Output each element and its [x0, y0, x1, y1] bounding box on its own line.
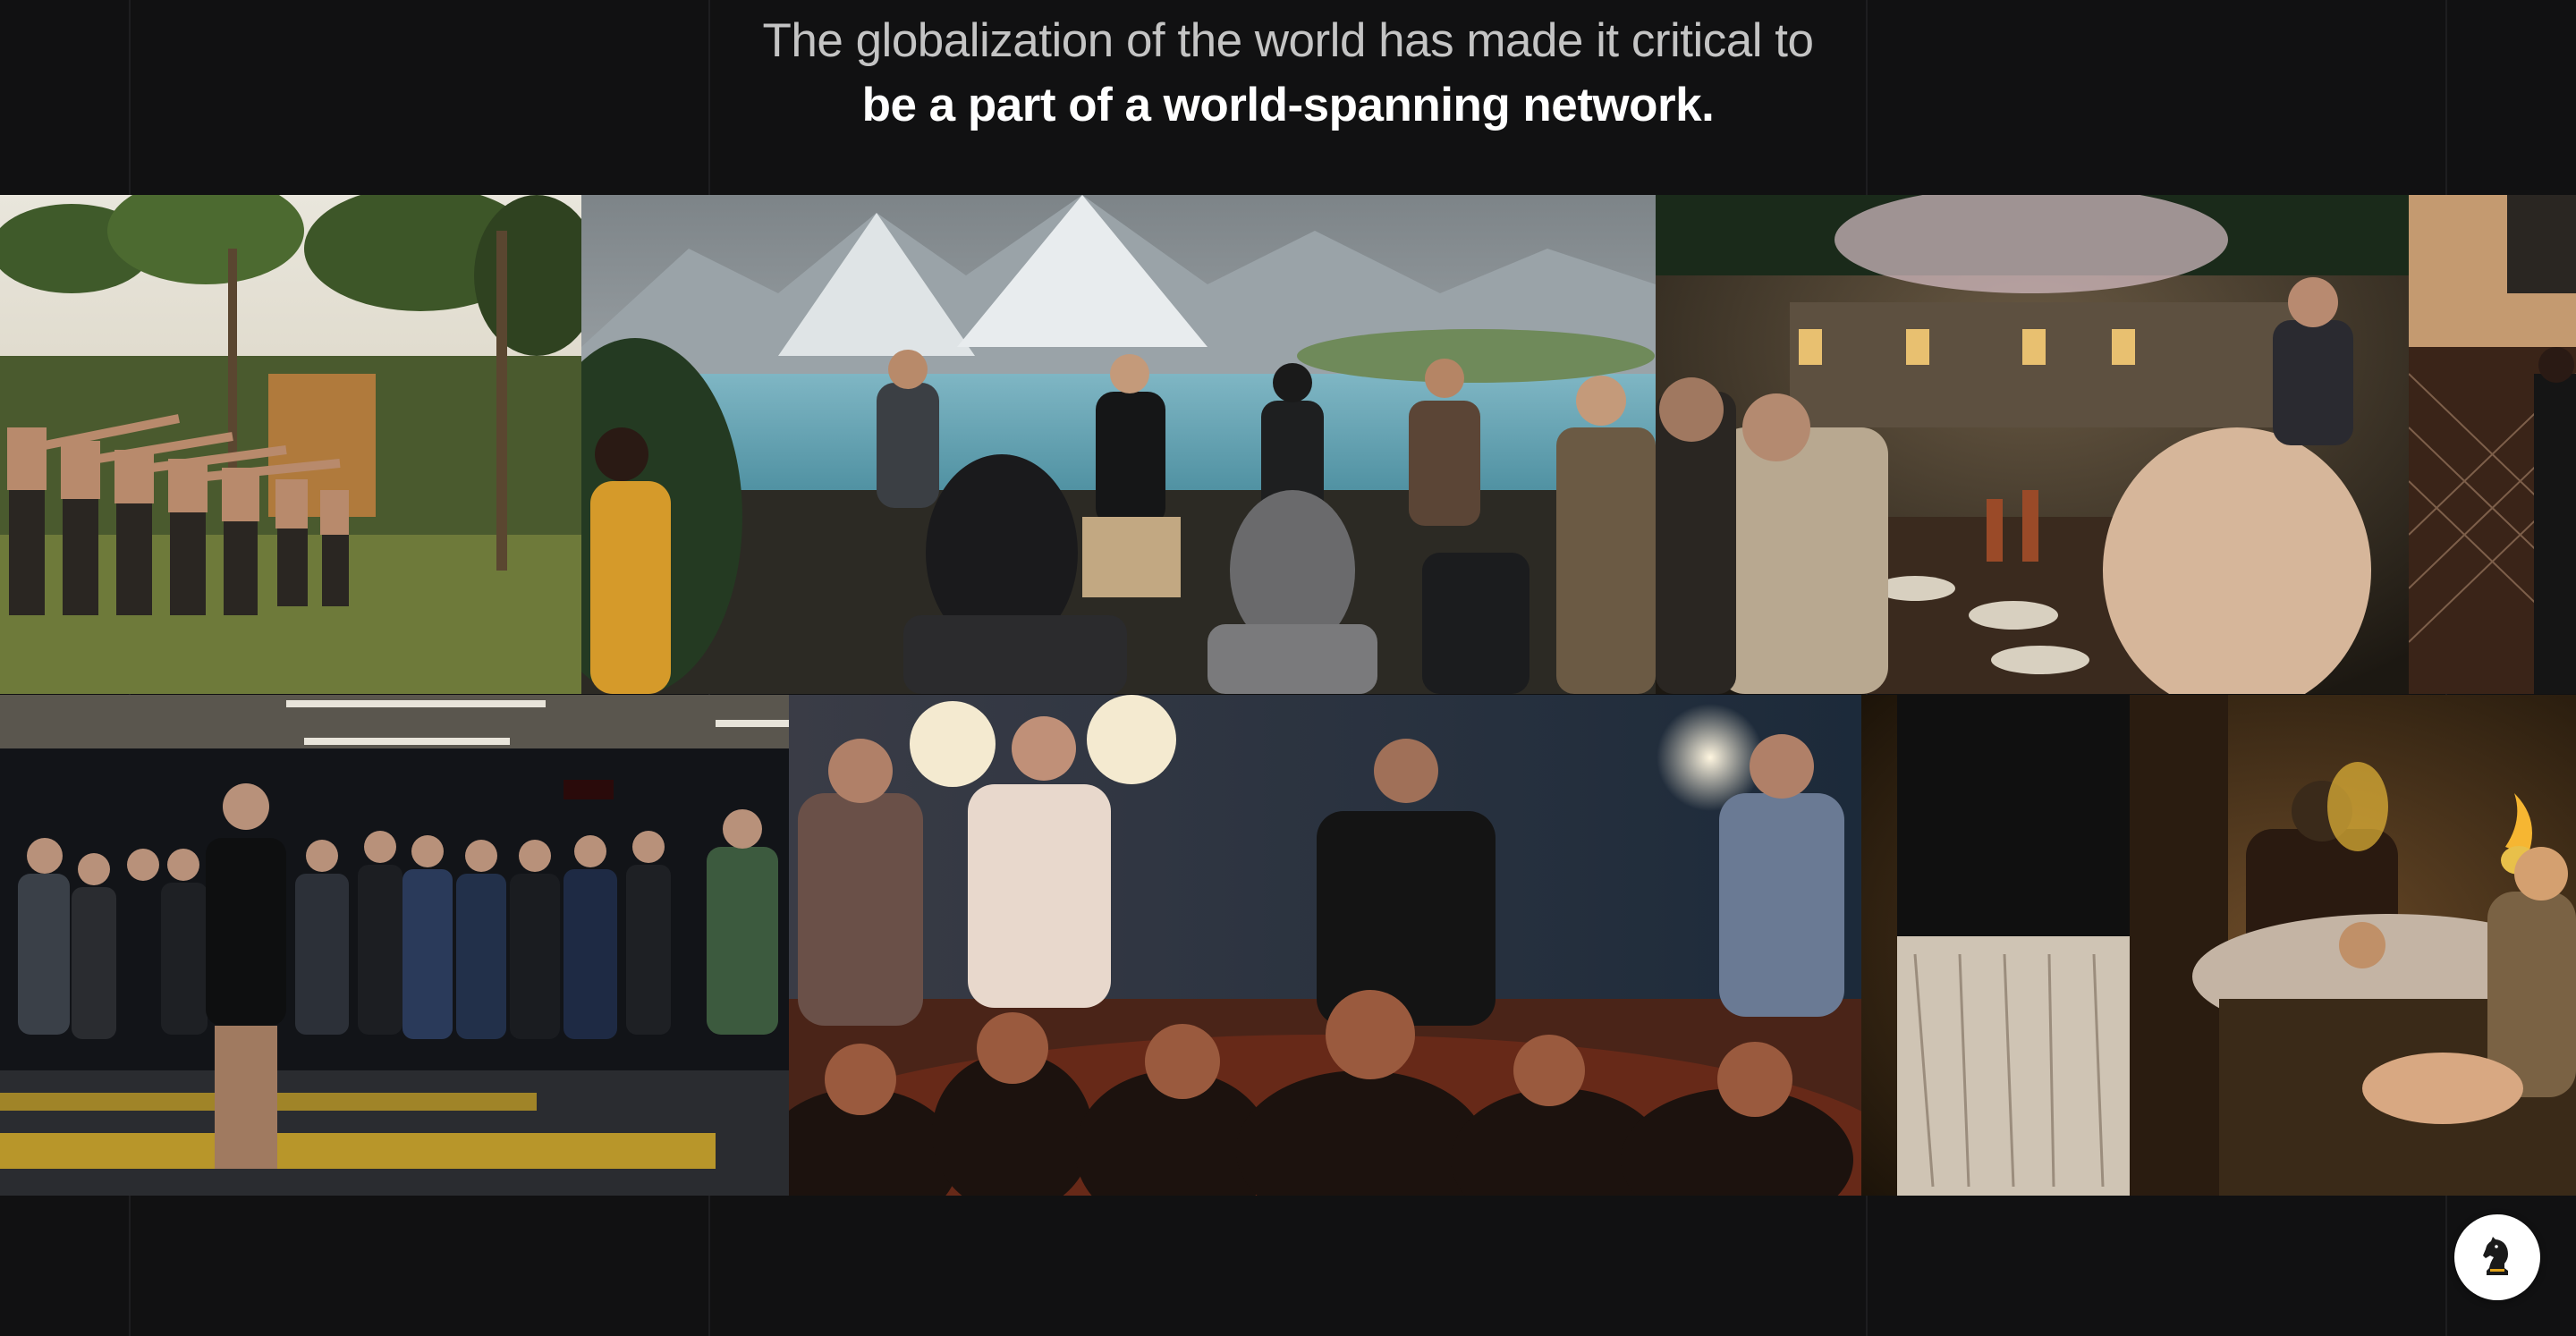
photo-dinner-toast-image — [1656, 195, 2409, 694]
photo-gym-lineup — [0, 695, 789, 1196]
photo-mountain-lake-group — [581, 195, 1656, 694]
section-heading: The globalization of the world has made … — [0, 9, 2576, 138]
photo-fight-cage — [2409, 195, 2576, 694]
photo-fight-cage-image — [2409, 195, 2576, 694]
photo-night-gathering — [789, 695, 1861, 1196]
knight-chess-button[interactable] — [2454, 1214, 2540, 1300]
photo-outdoor-training-image — [0, 195, 581, 694]
photo-dinner-toast — [1656, 195, 2409, 694]
photo-outdoor-training — [0, 195, 581, 694]
photo-lounge-flambe-image — [1861, 695, 2576, 1196]
photo-night-gathering-image — [789, 695, 1861, 1196]
photo-mountain-lake-group-image — [581, 195, 1656, 694]
photo-lounge-flambe — [1861, 695, 2576, 1196]
heading-line-muted: The globalization of the world has made … — [762, 14, 1814, 67]
knight-chess-icon — [2483, 1237, 2508, 1275]
heading-line-strong: be a part of a world-spanning network. — [861, 79, 1715, 131]
photo-gym-lineup-image — [0, 695, 789, 1196]
